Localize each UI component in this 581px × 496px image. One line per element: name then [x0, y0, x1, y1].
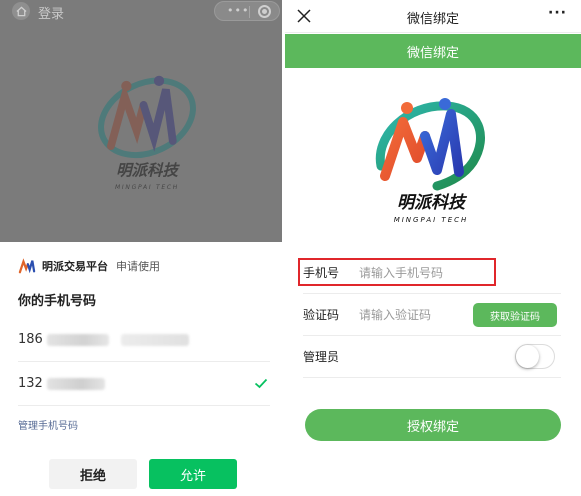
- phone-question-title: 你的手机号码: [18, 294, 97, 309]
- request-text: 申请使用: [116, 260, 160, 273]
- phone-option[interactable]: 186: [18, 318, 270, 362]
- code-input[interactable]: [359, 307, 487, 322]
- left-nav-bar: 登录 •••: [0, 0, 282, 22]
- mingpai-logo: 明派科技 MINGPAI TECH: [375, 98, 485, 224]
- phone-option-selected[interactable]: 132: [18, 362, 270, 406]
- record-icon[interactable]: [258, 5, 271, 18]
- toggle-knob: [516, 345, 539, 368]
- home-button[interactable]: [12, 2, 30, 20]
- wechat-binding-panel: 微信绑定 ··· 微信绑定 明派科技 MINGPAI TECH 手机号 请输入手…: [285, 0, 581, 496]
- dimmed-background: 登录 ••• 明派科技 MINGPAI TECH: [0, 0, 282, 242]
- logo-text-cn: 明派科技: [397, 193, 468, 213]
- masked-phone-digits: [46, 333, 109, 346]
- home-icon: [15, 6, 27, 16]
- mingpai-logo: 明派科技 MINGPAI TECH: [98, 75, 196, 191]
- manage-phone-link[interactable]: 管理手机号码: [18, 417, 78, 432]
- reject-button[interactable]: 拒绝: [49, 459, 137, 489]
- get-code-button[interactable]: 获取验证码: [473, 303, 557, 327]
- checkmark-icon: [254, 378, 268, 389]
- admin-label: 管理员: [303, 350, 340, 364]
- app-name: 明派交易平台: [42, 260, 108, 273]
- app-logo-icon: [18, 258, 36, 274]
- admin-toggle[interactable]: [515, 344, 555, 369]
- code-field-row: 验证码 获取验证码: [303, 294, 561, 336]
- more-dots-icon[interactable]: •••: [227, 4, 249, 17]
- masked-phone-digits: [46, 377, 105, 390]
- app-info-row: 明派交易平台 申请使用: [18, 258, 160, 274]
- logo-text-en: MINGPAI TECH: [394, 216, 469, 224]
- login-authorization-panel: 登录 ••• 明派科技 MINGPAI TECH 明派交易平台 申请使用 你的手…: [0, 0, 282, 496]
- phone-field-highlight: [298, 258, 496, 286]
- masked-phone-digits: [120, 333, 189, 346]
- phone-prefix: 186: [18, 332, 43, 347]
- left-nav-title: 登录: [38, 7, 65, 22]
- mini-program-capsule[interactable]: •••: [214, 1, 280, 21]
- logo-text-cn: 明派科技: [116, 161, 180, 179]
- page-banner: 微信绑定: [285, 34, 581, 68]
- logo-text-en: MINGPAI TECH: [115, 184, 179, 191]
- more-dots-icon[interactable]: ···: [548, 5, 567, 21]
- phone-prefix: 132: [18, 376, 43, 391]
- allow-button[interactable]: 允许: [149, 459, 237, 489]
- right-nav-bar: 微信绑定 ···: [285, 0, 581, 33]
- code-label: 验证码: [303, 308, 340, 322]
- right-nav-title: 微信绑定: [406, 12, 459, 27]
- authorize-bind-button[interactable]: 授权绑定: [305, 409, 561, 441]
- admin-field-row: 管理员: [303, 336, 561, 378]
